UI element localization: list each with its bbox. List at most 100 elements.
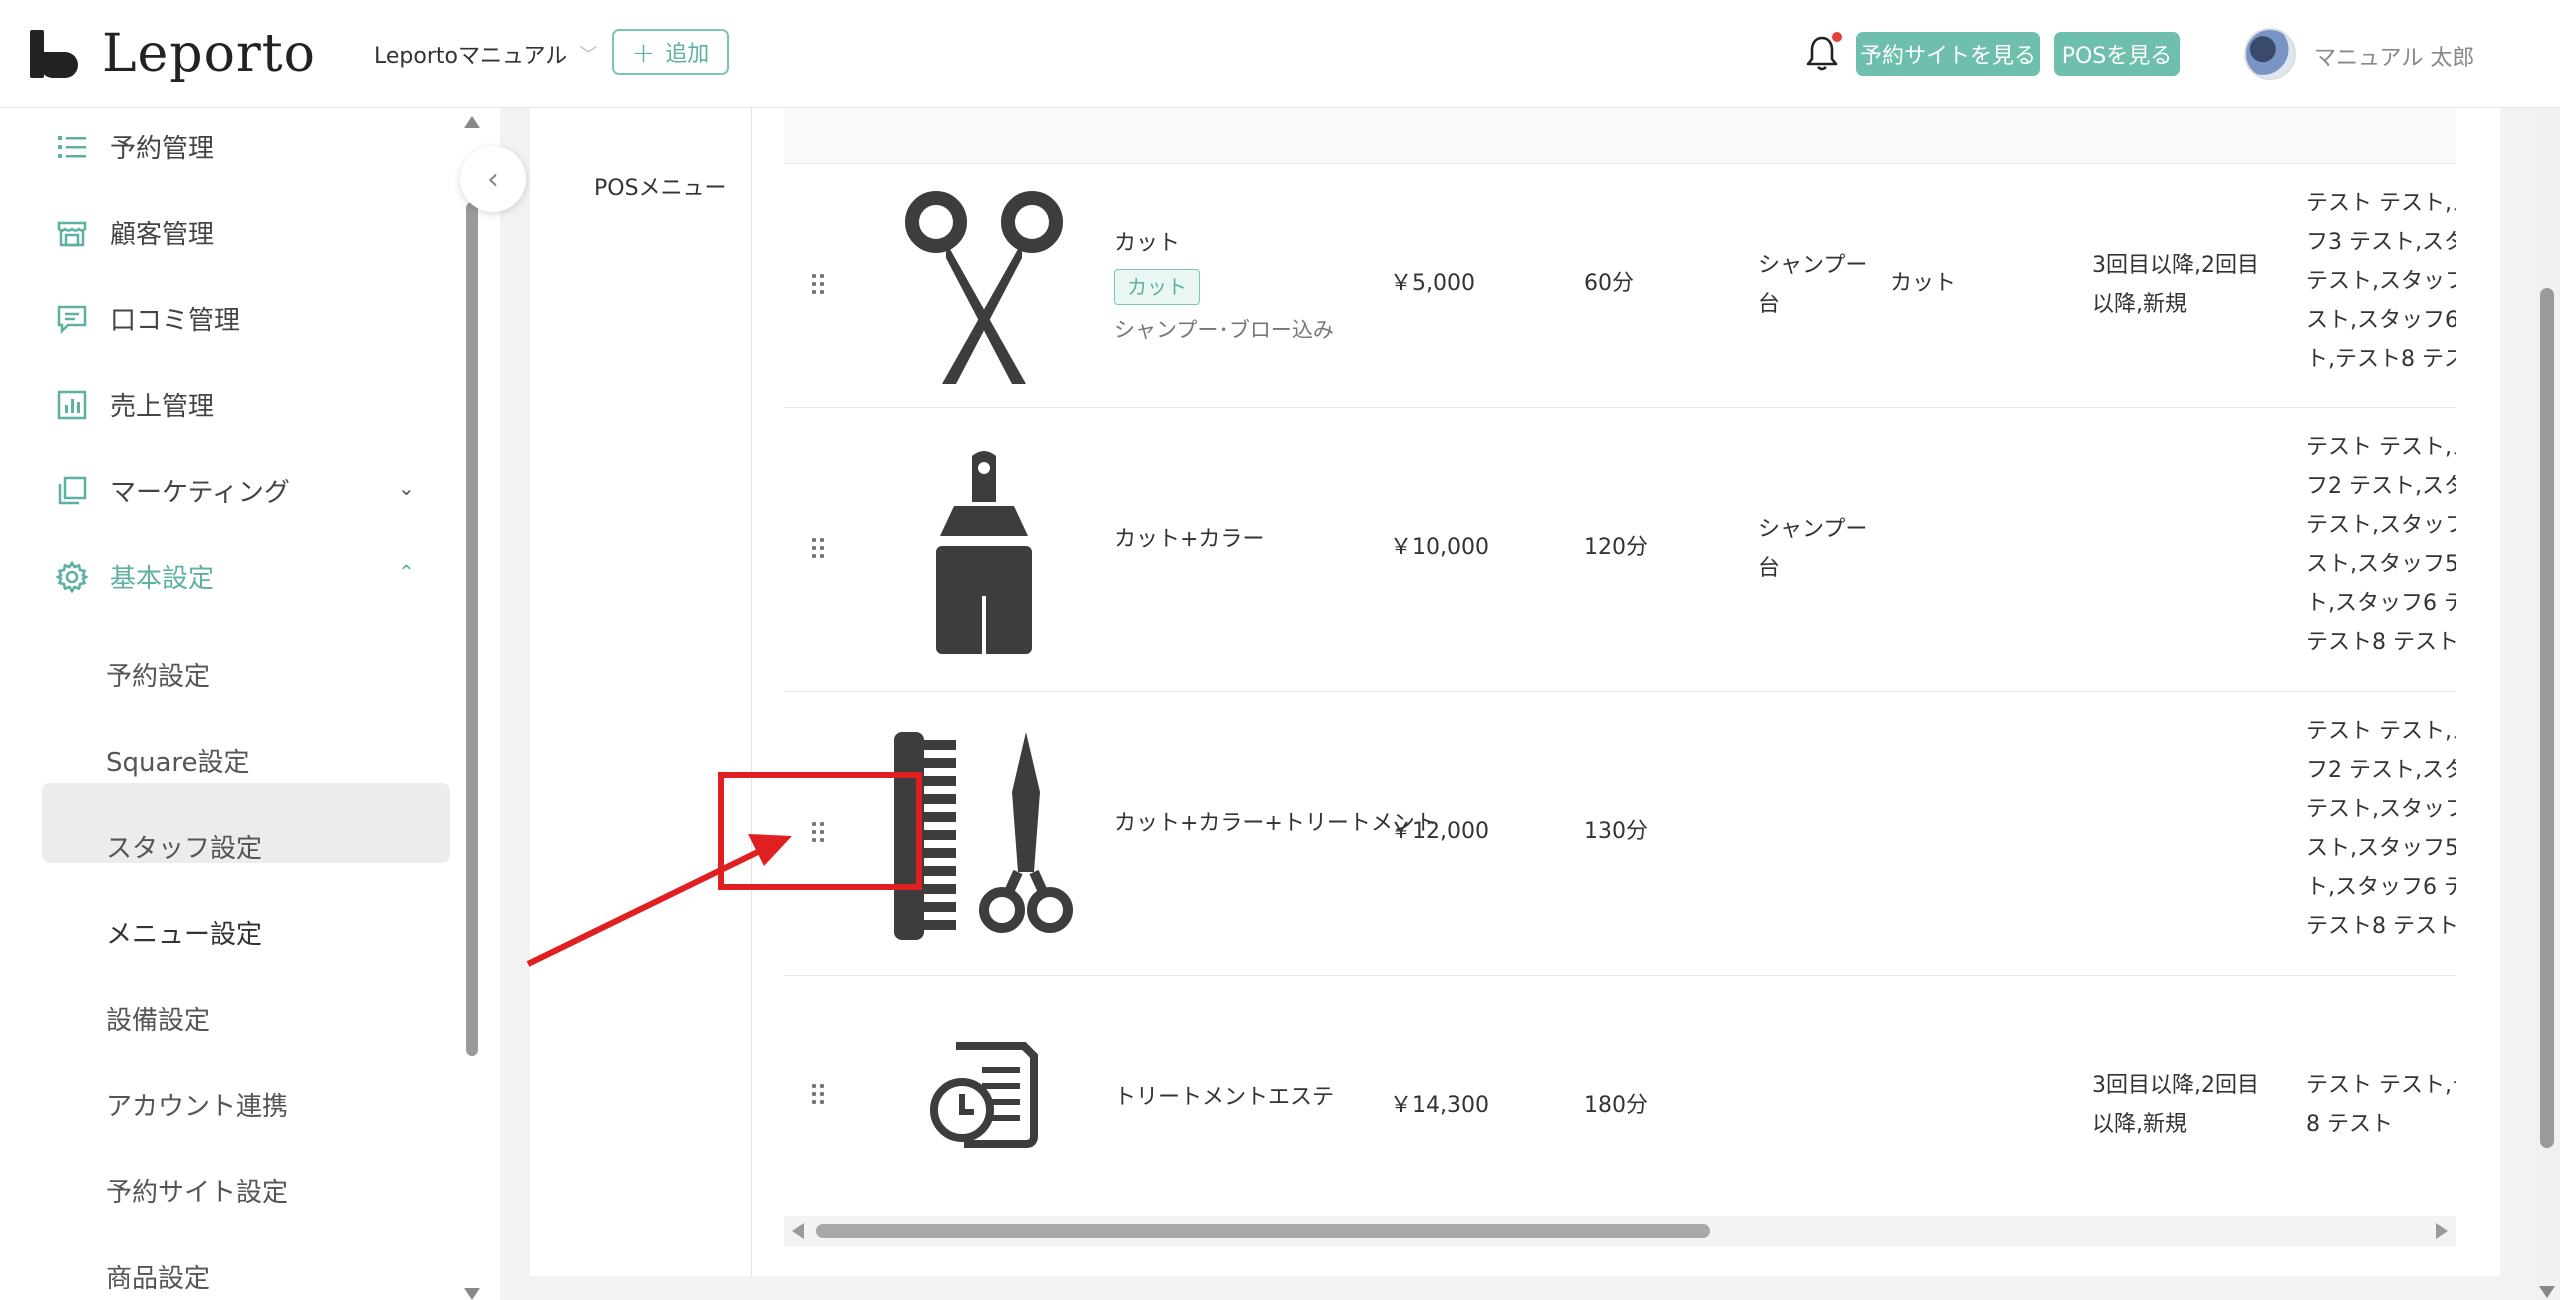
scroll-right-arrow-icon[interactable] — [2436, 1223, 2448, 1239]
menu-name: カット+カラー+トリートメント — [1114, 811, 1437, 836]
menu-duration: 120分 — [1584, 535, 1648, 560]
menu-duration: 60分 — [1584, 271, 1634, 296]
sidebar-item-label: 顧客管理 — [110, 220, 215, 250]
scissors-icon — [905, 191, 1063, 384]
sidebar-item-basic-settings[interactable]: 基本設定 — [56, 558, 214, 595]
sidebar-sub-item[interactable]: スタッフ設定 — [106, 828, 262, 865]
user-name[interactable]: マニュアル 太郎 — [2314, 40, 2474, 72]
drag-handle-icon[interactable] — [812, 538, 828, 560]
menu-category: カット — [1890, 271, 1957, 296]
sidebar-sub-item-active[interactable]: メニュー設定 — [106, 914, 262, 951]
comment-icon — [56, 303, 88, 335]
view-reserve-site-button[interactable]: 予約サイトを見る — [1856, 32, 2040, 76]
add-button[interactable]: + 追加 — [612, 29, 729, 75]
sidebar-sub-item[interactable]: Square設定 — [106, 742, 250, 779]
sidebar-scrollbar[interactable] — [462, 116, 482, 1300]
store-name: Leportoマニュアル — [374, 44, 568, 69]
menu-table: カット カット シャンプー･ブロー込み ￥5,000 60分 シャンプー 台 カ… — [784, 108, 2456, 1216]
sidebar-item-marketing[interactable]: マーケティング — [56, 472, 290, 509]
page-scrollbar[interactable] — [2534, 108, 2560, 1300]
menu-staff: テスト テスト,スタ — [2306, 191, 2456, 216]
notification-dot — [1832, 32, 1842, 42]
scrollbar-thumb[interactable] — [466, 202, 478, 1056]
table-row[interactable]: カット カット シャンプー･ブロー込み ￥5,000 60分 シャンプー 台 カ… — [784, 164, 2456, 408]
menu-duration: 130分 — [1584, 819, 1648, 844]
menu-staff: テスト,スタッフ4 テ — [2306, 513, 2456, 538]
view-pos-button[interactable]: POSを見る — [2054, 32, 2180, 76]
chevron-down-icon[interactable]: ⌄ — [398, 476, 415, 500]
menu-staff: テスト テスト,スタ — [2306, 719, 2456, 744]
sidebar-item-label: 予約管理 — [110, 134, 215, 164]
menu-staff: ト,テスト8 テスト — [2306, 347, 2456, 372]
main-panel: POSメニュー カット カット シャンプー･ブロー込み ￥5,000 60分 シ… — [530, 108, 2500, 1276]
menu-price: ￥14,300 — [1390, 1093, 1489, 1118]
table-row[interactable]: カット+カラー ￥10,000 120分 シャンプー 台 テスト テスト,スタ … — [784, 408, 2456, 692]
scroll-down-arrow-icon[interactable] — [464, 1288, 480, 1300]
table-row[interactable]: トリートメントエステ ￥14,300 180分 3回目以降,2回目 以降,新規 … — [784, 976, 2456, 1216]
brush-icon — [936, 451, 1032, 654]
menu-duration: 180分 — [1584, 1093, 1648, 1118]
menu-staff: フ2 テスト,スタッフ — [2306, 474, 2456, 499]
sidebar: 予約管理 顧客管理 口コミ管理 売上管理 マーケティング ⌄ 基本設定 ⌃ 予約… — [0, 108, 500, 1300]
table-header — [784, 108, 2456, 164]
sidebar-sub-item[interactable]: 予約設定 — [106, 656, 210, 693]
drag-handle-icon[interactable] — [812, 1084, 828, 1106]
sidebar-item-customers[interactable]: 顧客管理 — [56, 214, 214, 251]
menu-name: トリートメントエステ — [1114, 1085, 1335, 1110]
sidebar-item-sales[interactable]: 売上管理 — [56, 386, 214, 423]
logo-mark-icon — [30, 30, 78, 78]
menu-staff: テスト テスト,テス — [2306, 1073, 2456, 1098]
menu-target: 以降,新規 — [2092, 1112, 2187, 1137]
scrollbar-thumb[interactable] — [816, 1224, 1710, 1238]
sidebar-item-reviews[interactable]: 口コミ管理 — [56, 300, 240, 337]
document-clock-icon — [930, 1042, 1038, 1148]
drag-handle-icon[interactable] — [812, 274, 828, 296]
leporto-logo[interactable]: Leporto — [30, 24, 316, 84]
menu-price: ￥5,000 — [1390, 271, 1475, 296]
scrollbar-thumb[interactable] — [2540, 288, 2554, 1148]
sidebar-sub-item[interactable]: 商品設定 — [106, 1258, 210, 1295]
table-horizontal-scrollbar[interactable] — [784, 1216, 2456, 1246]
menu-staff: スト,スタッフ5 テス — [2306, 836, 2456, 861]
menu-equipment: 台 — [1758, 556, 1781, 581]
sidebar-sub-item[interactable]: 設備設定 — [106, 1000, 210, 1037]
menu-price: ￥10,000 — [1390, 535, 1489, 560]
menu-staff: テスト8 テスト — [2306, 630, 2456, 655]
category-column: POSメニュー — [530, 108, 752, 1276]
sidebar-sub-item[interactable]: アカウント連携 — [106, 1086, 288, 1123]
menu-price: ￥12,000 — [1390, 819, 1489, 844]
drag-handle-icon[interactable] — [812, 822, 828, 844]
sidebar-item-label: 基本設定 — [110, 564, 215, 594]
avatar[interactable] — [2244, 28, 2296, 80]
sidebar-item-reservations[interactable]: 予約管理 — [56, 128, 214, 165]
sidebar-item-label: マーケティング — [110, 478, 290, 508]
category-item-pos-menu[interactable]: POSメニュー — [594, 170, 727, 202]
collapse-sidebar-button[interactable]: ‹ — [460, 146, 526, 212]
table-row[interactable]: カット+カラー+トリートメント ￥12,000 130分 テスト テスト,スタ … — [784, 692, 2456, 976]
chevron-down-icon: ﹀ — [579, 45, 598, 66]
chevron-up-icon[interactable]: ⌃ — [398, 560, 415, 584]
scroll-left-arrow-icon[interactable] — [792, 1223, 804, 1239]
menu-target: 以降,新規 — [2092, 292, 2187, 317]
store-selector[interactable]: Leportoマニュアル ﹀ — [374, 38, 597, 70]
menu-target: 3回目以降,2回目 — [2092, 1073, 2259, 1098]
scroll-down-arrow-icon[interactable] — [2539, 1286, 2555, 1298]
logo-text: Leporto — [102, 24, 316, 84]
chart-icon — [56, 389, 88, 421]
menu-staff: ト,スタッフ6 テスト — [2306, 875, 2456, 900]
sidebar-sub-item[interactable]: 予約サイト設定 — [106, 1172, 288, 1209]
menu-staff: テスト テスト,スタ — [2306, 435, 2456, 460]
menu-staff: テスト8 テスト — [2306, 914, 2456, 939]
menu-staff: フ2 テスト,スタッフ — [2306, 758, 2456, 783]
top-header: Leporto Leportoマニュアル ﹀ + 追加 予約サイトを見る POS… — [0, 0, 2560, 108]
comb-scissors-icon — [894, 732, 1073, 940]
sidebar-item-label: 口コミ管理 — [110, 306, 241, 336]
menu-staff: 8 テスト — [2306, 1112, 2393, 1137]
menu-staff: フ3 テスト,スタッフ — [2306, 230, 2456, 255]
sidebar-item-label: 売上管理 — [110, 392, 215, 422]
scroll-up-arrow-icon[interactable] — [464, 116, 480, 128]
menu-staff: テスト,スタッフ4 テ — [2306, 797, 2456, 822]
menu-tag: カット — [1114, 269, 1200, 305]
menu-staff: ト,スタッフ6 テスト — [2306, 591, 2456, 616]
menu-name: カット+カラー — [1114, 527, 1265, 552]
